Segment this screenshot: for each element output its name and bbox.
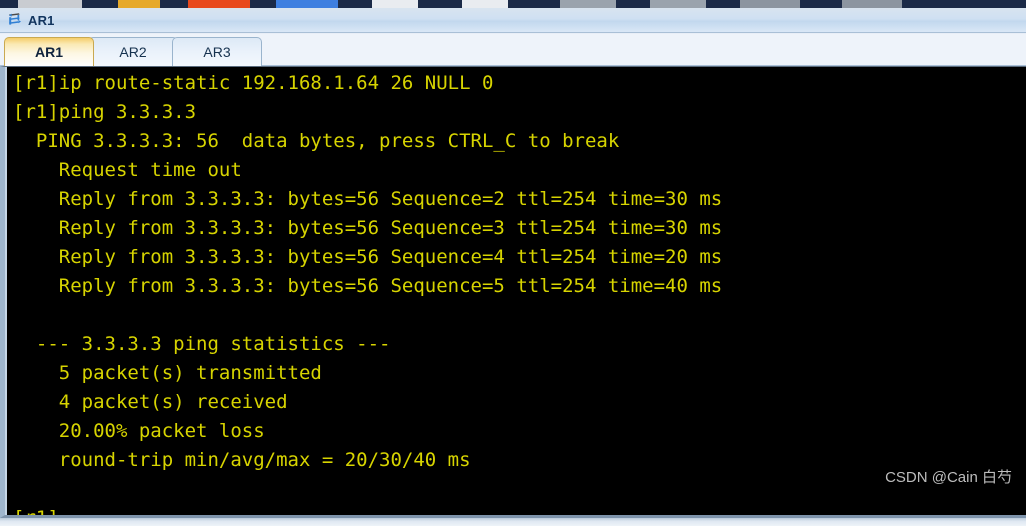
background-window-strip [0,0,1026,8]
terminal-line: round-trip min/avg/max = 20/30/40 ms [13,449,471,471]
emulator-window: AR1 AR1 AR2 AR3 [r1]ip route-static 192.… [0,0,1026,526]
terminal-line: Reply from 3.3.3.3: bytes=56 Sequence=2 … [13,188,723,210]
tab-ar3[interactable]: AR3 [172,37,262,66]
chip-blue [276,0,338,8]
window-title-bar[interactable]: AR1 [0,8,1026,33]
window-title: AR1 [28,12,55,28]
chip-gray2 [560,0,616,8]
chip-white2 [462,0,508,8]
chip-white1 [372,0,418,8]
terminal-console[interactable]: [r1]ip route-static 192.168.1.64 26 NULL… [5,67,1026,515]
tab-ar2[interactable]: AR2 [88,37,178,66]
terminal-line: PING 3.3.3.3: 56 data bytes, press CTRL_… [13,130,620,152]
chip-gray4 [740,0,800,8]
chip-gray5 [842,0,902,8]
terminal-line: 20.00% packet loss [13,420,265,442]
terminal-line: [r1] [13,507,59,518]
terminal-line: 4 packet(s) received [13,391,288,413]
tab-ar1-label: AR1 [34,44,63,60]
router-icon [9,13,21,25]
terminal-line: [r1]ip route-static 192.168.1.64 26 NULL… [13,72,494,94]
terminal-line: Reply from 3.3.3.3: bytes=56 Sequence=4 … [13,246,723,268]
terminal-line: 5 packet(s) transmitted [13,362,322,384]
terminal-line: Reply from 3.3.3.3: bytes=56 Sequence=3 … [13,217,723,239]
device-tab-strip: AR1 AR2 AR3 [0,34,1026,66]
terminal-line: [r1]ping 3.3.3.3 [13,101,197,123]
window-bottom-chrome [0,518,1026,526]
tab-ar1[interactable]: AR1 [4,37,94,66]
tab-ar2-label: AR2 [119,44,147,60]
terminal-line: --- 3.3.3.3 ping statistics --- [13,333,391,355]
terminal-frame: [r1]ip route-static 192.168.1.64 26 NULL… [0,66,1026,518]
chip-gray [18,0,82,8]
chip-gray3 [650,0,706,8]
chip-yellow [118,0,160,8]
terminal-line: Request time out [13,159,242,181]
terminal-line: Reply from 3.3.3.3: bytes=56 Sequence=5 … [13,275,723,297]
chip-orange [188,0,250,8]
tab-ar3-label: AR3 [203,44,231,60]
